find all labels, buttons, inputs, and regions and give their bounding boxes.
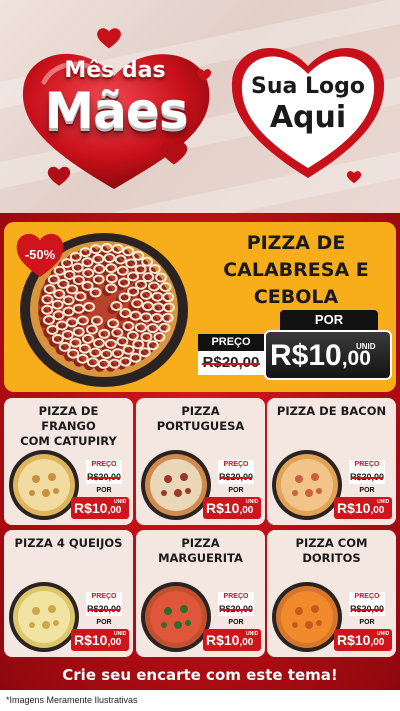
campaign-title-line2: Mães (44, 82, 188, 140)
product-name-line: PIZZA (181, 404, 220, 418)
pizza-image (272, 450, 342, 520)
pizza-image (141, 450, 211, 520)
small-heart-icon (196, 69, 212, 82)
discount-badge-text: -50% (24, 247, 56, 262)
price-cents: ,00 (239, 505, 254, 516)
pizza-image (9, 450, 79, 520)
product-name: PIZZA MARGUERITA (142, 536, 259, 566)
logo-placeholder-line2: Aqui (269, 100, 347, 135)
small-heart-icon (47, 166, 71, 186)
por-label: POR (228, 619, 244, 626)
price-label: PREÇO (86, 592, 122, 602)
product-name-line: COM CATUPIRY (20, 434, 117, 448)
old-price: R$20,00 (349, 470, 385, 484)
unit-label: UNID (377, 631, 390, 637)
pizza-image (272, 582, 342, 652)
price-label: PREÇO (218, 460, 254, 470)
price-label: PREÇO (349, 460, 385, 470)
por-label: POR (228, 487, 244, 494)
price-cents: ,00 (239, 637, 254, 648)
price-label: PREÇO (86, 460, 122, 470)
pizza-image (141, 582, 211, 652)
unit-label: UNID (377, 499, 390, 505)
logo-placeholder-line1: Sua Logo (250, 74, 365, 99)
small-heart-icon (97, 28, 121, 49)
product-name-line: PIZZA 4 QUEIJOS (14, 536, 123, 550)
price-cents: ,00 (370, 505, 385, 516)
campaign-title-line1: Mês das (64, 58, 166, 83)
call-to-action: Crie seu encarte com este tema! (62, 666, 338, 684)
featured-old-price: R$20,00 (198, 351, 264, 375)
product-name-line: PIZZA DE BACON (276, 404, 387, 418)
featured-name-line: CEBOLA (253, 286, 339, 308)
unit-label: UNID (246, 499, 259, 505)
price-main: R$10 (337, 500, 371, 516)
price-main: R$10 (206, 500, 240, 516)
product-name: PIZZA COM DORITOS (273, 536, 390, 566)
unit-label: UNID (246, 631, 259, 637)
product-name-line: PIZZA DE FRANGO (38, 404, 99, 433)
old-price: R$20,00 (86, 470, 122, 484)
price-label: PREÇO (349, 592, 385, 602)
pizza-image (9, 582, 79, 652)
product-name-line: MARGUERITA (158, 551, 243, 565)
product-name-line: DORITOS (302, 551, 361, 565)
small-heart-icon (160, 142, 188, 165)
product-name: PIZZA PORTUGUESA (142, 404, 259, 434)
unit-label: UNID (114, 631, 127, 637)
product-name-line: PIZZA COM (295, 536, 368, 550)
por-label: POR (96, 619, 112, 626)
old-price: R$20,00 (86, 602, 122, 616)
old-price: R$20,00 (218, 470, 254, 484)
price-main: R$10 (270, 339, 342, 372)
price-main: R$10 (206, 632, 240, 648)
product-name: PIZZA 4 QUEIJOS (10, 536, 127, 551)
old-price: R$20,00 (218, 602, 254, 616)
featured-name-line: CALABRESA E (223, 259, 369, 281)
product-name: PIZZA DE BACON (273, 404, 390, 419)
old-price: R$20,00 (349, 602, 385, 616)
featured-name-line: PIZZA DE (246, 232, 346, 254)
price-main: R$10 (74, 632, 108, 648)
featured-por-label: POR (280, 310, 378, 330)
price-cents: ,00 (370, 637, 385, 648)
price-cents: ,00 (107, 637, 122, 648)
featured-unit-label: UNID (356, 342, 376, 351)
price-main: R$10 (337, 632, 371, 648)
price-label: PREÇO (218, 592, 254, 602)
disclaimer-text: *Imagens Meramente Ilustrativas (6, 695, 138, 705)
product-name-line: PORTUGUESA (156, 419, 245, 433)
product-name-line: PIZZA (181, 536, 220, 550)
por-label: POR (359, 619, 375, 626)
por-label: POR (96, 487, 112, 494)
unit-label: UNID (114, 499, 127, 505)
price-cents: ,00 (107, 505, 122, 516)
por-label: POR (359, 487, 375, 494)
featured-product-name: PIZZA DE CALABRESA E CEBOLA (208, 230, 384, 311)
price-main: R$10 (74, 500, 108, 516)
featured-price-label: PREÇO (198, 334, 264, 351)
product-name: PIZZA DE FRANGO COM CATUPIRY (10, 404, 127, 449)
